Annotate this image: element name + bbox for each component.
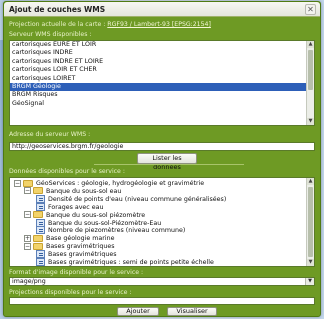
add-button[interactable]: Ajouter [117,307,159,316]
layer-icon [36,219,45,227]
server-list-item[interactable]: BRGM Géologie [10,83,306,91]
folder-icon [33,235,43,242]
image-format-label: Format d'image disponible pour le servic… [9,269,143,276]
server-list-item[interactable]: BRGM Risques [10,91,306,99]
server-list-item[interactable]: cartorisques EURE ET LOIR [10,41,306,49]
close-icon[interactable]: ✕ [305,4,316,15]
server-listbox[interactable]: cartorisques EURE ET LOIRcartorisques IN… [9,40,315,126]
server-list-label: Serveur WMS disponibles : [9,31,91,38]
view-button[interactable]: Visualiser [167,307,217,316]
data-tree[interactable]: −GéoServices : géologie, hydrogéologie e… [9,177,315,267]
server-address-input[interactable] [9,142,315,151]
tree-node-label: Bases gravimétriques : semi de points pe… [48,259,214,266]
server-list-item[interactable]: cartorisques INDRE ET LOIRE [10,58,306,66]
server-list-item[interactable]: cartorisques LOIRET [10,75,306,83]
server-list-item[interactable]: cartorisques INDRE [10,49,306,57]
folder-icon [33,187,43,194]
server-list-items: cartorisques EURE ET LOIRcartorisques IN… [10,41,314,108]
server-list-item[interactable]: cartorisques LOIR ET CHER [10,66,306,74]
projections-field[interactable] [9,297,315,305]
projection-link[interactable]: RGF93 / Lambert-93 [EPSG:2154] [107,21,211,28]
image-format-select[interactable]: image/png ▼ [9,277,315,286]
collapse-icon[interactable]: − [14,180,21,187]
tree-scroll-up-icon[interactable]: ▲ [307,178,314,185]
chevron-down-icon[interactable]: ▼ [305,278,314,285]
layer-icon [36,226,45,234]
projection-label-text: Projection actuelle de la carte : [9,21,107,28]
list-data-button[interactable]: Lister les données [137,153,197,164]
tree-scrollbar[interactable]: ▲ ▼ [306,178,314,266]
server-address-label: Adresse du serveur WMS : [9,131,90,138]
add-wms-dialog: Ajout de couches WMS ✕ Projection actuel… [3,1,321,317]
divider [94,164,244,165]
tree-scroll-down-icon[interactable]: ▼ [307,259,314,266]
layer-icon [36,195,45,203]
tree-scroll-thumb[interactable] [308,187,313,257]
scroll-thumb[interactable] [308,50,313,90]
collapse-icon[interactable]: − [24,187,31,194]
folder-icon [23,180,33,187]
server-list-scrollbar[interactable]: ▲ ▼ [306,41,314,125]
layer-icon [36,250,45,258]
collapse-icon[interactable]: − [24,243,31,250]
projections-label: Projections disponibles pour le service … [9,289,132,296]
scroll-down-icon[interactable]: ▼ [307,118,314,125]
collapse-icon[interactable]: − [24,211,31,218]
layer-icon [36,258,45,266]
expand-icon[interactable]: + [24,235,31,242]
folder-icon [33,211,43,218]
scroll-up-icon[interactable]: ▲ [307,41,314,48]
layer-icon [36,203,45,211]
projection-label: Projection actuelle de la carte : RGF93 … [9,21,211,28]
dialog-titlebar[interactable]: Ajout de couches WMS ✕ [4,2,320,17]
dialog-title: Ajout de couches WMS [9,5,105,14]
server-list-item[interactable]: GéoSignal [10,100,306,108]
tree-node[interactable]: Bases gravimétriques : semi de points pe… [36,258,214,267]
data-tree-label: Données disponibles pour le service : [9,168,125,175]
image-format-value: image/png [12,278,46,285]
folder-icon [33,243,43,250]
